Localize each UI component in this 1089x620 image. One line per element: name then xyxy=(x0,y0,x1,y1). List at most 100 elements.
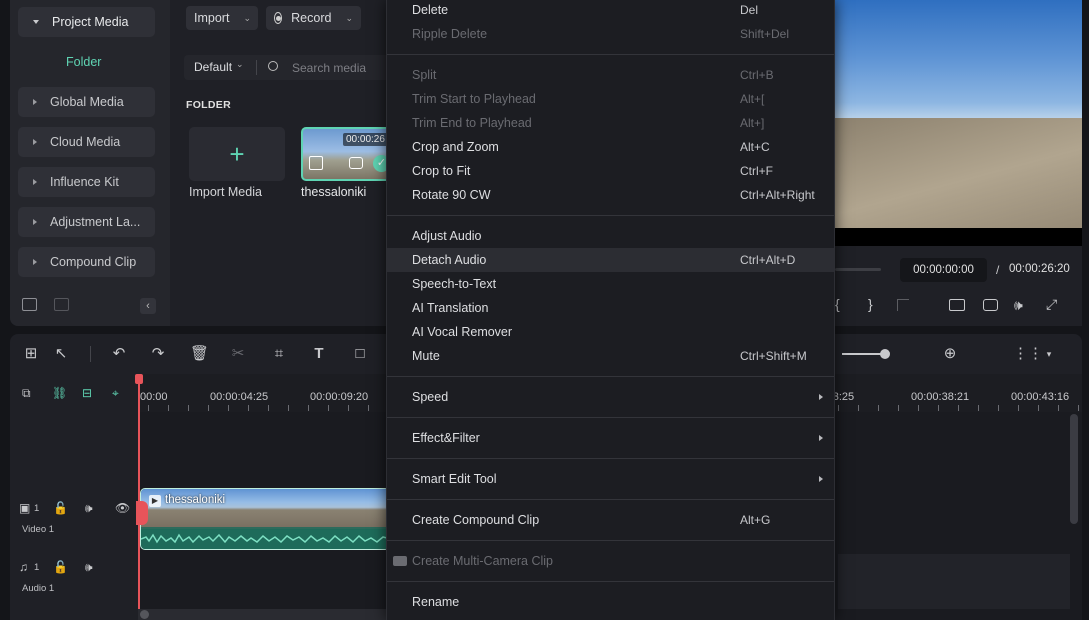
undo-icon[interactable]: ↶ xyxy=(110,346,128,362)
new-folder-icon[interactable] xyxy=(22,298,37,311)
menu-item-effect-filter[interactable]: Effect&Filter xyxy=(387,426,834,450)
timeline-h-scrollbar[interactable] xyxy=(138,609,386,620)
import-button[interactable]: Import ⌄ xyxy=(186,6,258,30)
audio-waveform xyxy=(141,529,389,549)
menu-item-crop-to-fit[interactable]: Crop to Fit Ctrl+F xyxy=(387,159,834,183)
menu-item-ripple-delete[interactable]: Ripple Delete Shift+Del xyxy=(387,22,834,46)
speaker-icon[interactable]: 🕪 xyxy=(85,501,93,516)
menu-item-rotate[interactable]: Rotate 90 CW Ctrl+Alt+Right xyxy=(387,183,834,207)
mark-out-button[interactable]: } xyxy=(868,296,873,312)
sidebar-item-label: Compound Clip xyxy=(50,255,137,269)
menu-item-shortcut: Del xyxy=(740,3,759,17)
monitor-icon[interactable] xyxy=(949,299,965,311)
menu-item-mute[interactable]: Mute Ctrl+Shift+M xyxy=(387,344,834,368)
menu-item-shortcut: Alt+[ xyxy=(740,92,765,106)
sidebar-item-project-media[interactable]: Project Media xyxy=(18,7,155,37)
record-button[interactable]: Record ⌄ xyxy=(266,6,361,30)
menu-item-trim-start[interactable]: Trim Start to Playhead Alt+[ xyxy=(387,87,834,111)
playhead[interactable] xyxy=(138,374,140,620)
speaker-icon[interactable]: 🕪 xyxy=(85,560,93,575)
import-media-tile[interactable]: + xyxy=(189,127,285,181)
current-timecode[interactable]: 00:00:00:00 xyxy=(900,258,987,282)
magnet-icon[interactable]: ⌖ xyxy=(112,386,119,401)
collapse-sidebar-button[interactable]: ‹ xyxy=(140,298,156,314)
shape-icon[interactable]: □ xyxy=(351,346,369,362)
add-track-icon[interactable]: ⧉ xyxy=(22,386,31,401)
menu-item-trim-end[interactable]: Trim End to Playhead Alt+] xyxy=(387,111,834,135)
menu-item-detach-audio[interactable]: Detach Audio Ctrl+Alt+D xyxy=(387,248,834,272)
clip-trim-handle[interactable] xyxy=(136,501,148,525)
playhead-handle[interactable] xyxy=(135,374,143,384)
snap-icon[interactable]: ⊟ xyxy=(82,386,92,400)
sidebar-item-compound-clip[interactable]: Compound Clip xyxy=(18,247,155,277)
timeline-video-clip[interactable]: ▶ thessaloniki xyxy=(140,488,390,550)
mark-in-button[interactable]: { xyxy=(835,296,840,312)
menu-item-speech-to-text[interactable]: Speech-to-Text xyxy=(387,272,834,296)
sidebar-item-influence-kit[interactable]: Influence Kit xyxy=(18,167,155,197)
folder-heading: FOLDER xyxy=(186,99,231,111)
menu-item-label: Rotate 90 CW xyxy=(412,188,491,202)
sidebar-item-label: Cloud Media xyxy=(50,135,121,149)
menu-item-shortcut: Ctrl+F xyxy=(740,164,773,178)
menu-item-crop-and-zoom[interactable]: Crop and Zoom Alt+C xyxy=(387,135,834,159)
menu-item-label: Mute xyxy=(412,349,440,363)
media-clip-name: thessaloniki xyxy=(301,185,367,199)
marker-icon[interactable] xyxy=(897,299,909,311)
delete-icon[interactable]: 🗑 xyxy=(190,346,209,362)
chevron-down-icon[interactable]: ▾ xyxy=(1040,346,1058,362)
zoom-in-icon[interactable]: ⊕ xyxy=(941,346,959,362)
lock-icon[interactable]: 🔓 xyxy=(53,501,68,515)
ruler-tick xyxy=(288,405,289,411)
redo-icon[interactable]: ↷ xyxy=(149,346,167,362)
folder-icon[interactable] xyxy=(54,298,69,311)
ruler-tick xyxy=(838,405,839,411)
ruler-tick xyxy=(998,405,999,411)
ruler-tick xyxy=(348,405,349,411)
menu-item-label: Rename xyxy=(412,595,460,609)
sidebar-item-cloud-media[interactable]: Cloud Media xyxy=(18,127,155,157)
menu-item-smart-edit-tool[interactable]: Smart Edit Tool xyxy=(387,467,834,491)
snapshot-icon[interactable] xyxy=(983,299,998,311)
menu-item-label: Speed xyxy=(412,390,449,404)
sidebar-item-global-media[interactable]: Global Media xyxy=(18,87,155,117)
menu-item-label: Effect&Filter xyxy=(412,431,480,445)
track-height-icon[interactable]: ⋮⋮ xyxy=(1013,346,1043,362)
progress-track[interactable] xyxy=(835,268,881,271)
text-icon[interactable]: T xyxy=(310,346,328,362)
ruler-tick xyxy=(1078,405,1079,411)
search-input[interactable]: Search media xyxy=(292,61,366,75)
sort-dropdown[interactable]: Default xyxy=(194,60,232,74)
select-arrow-icon[interactable]: ↖ xyxy=(52,346,70,362)
link-icon[interactable]: ⛓ xyxy=(52,386,67,400)
scrollbar-thumb[interactable] xyxy=(140,610,149,619)
volume-icon[interactable]: 🕪 xyxy=(1014,297,1023,314)
ruler-tick xyxy=(958,405,959,411)
menu-item-shortcut: Alt+C xyxy=(740,140,770,154)
menu-item-rename[interactable]: Rename xyxy=(387,590,834,614)
zoom-slider-handle[interactable] xyxy=(880,349,890,359)
sidebar-folder-item[interactable]: Folder xyxy=(66,55,101,69)
fullscreen-icon[interactable]: ⤢ xyxy=(1046,296,1057,313)
menu-item-create-compound-clip[interactable]: Create Compound Clip Alt+G xyxy=(387,508,834,532)
media-thumbnail[interactable]: 00:00:26 ✓ xyxy=(301,127,397,181)
menu-item-split[interactable]: Split Ctrl+B xyxy=(387,63,834,87)
menu-item-create-multicam-clip[interactable]: Create Multi-Camera Clip xyxy=(387,549,834,573)
menu-item-delete[interactable]: Delete Del xyxy=(387,0,834,22)
sidebar-item-adjustment-layer[interactable]: Adjustment La... xyxy=(18,207,155,237)
lock-icon[interactable]: 🔓 xyxy=(53,560,68,574)
menu-item-label: Adjust Audio xyxy=(412,229,482,243)
menu-item-ai-translation[interactable]: AI Translation xyxy=(387,296,834,320)
crop-icon[interactable]: ⌗ xyxy=(270,346,288,362)
timeline-v-scrollbar[interactable] xyxy=(1070,414,1078,524)
cut-icon[interactable]: ✂ xyxy=(229,346,247,362)
ruler-tick xyxy=(878,405,879,411)
chevron-right-icon xyxy=(33,99,37,105)
menu-item-speed[interactable]: Speed xyxy=(387,385,834,409)
chevron-down-icon: ⌄ xyxy=(345,12,353,23)
menu-item-ai-vocal-remover[interactable]: AI Vocal Remover xyxy=(387,320,834,344)
menu-separator xyxy=(387,581,834,582)
eye-icon[interactable]: 👁 xyxy=(115,501,130,515)
sidebar-item-label: Influence Kit xyxy=(50,175,119,189)
menu-item-adjust-audio[interactable]: Adjust Audio xyxy=(387,224,834,248)
layout-grid-icon[interactable]: ⊞ xyxy=(22,346,40,362)
